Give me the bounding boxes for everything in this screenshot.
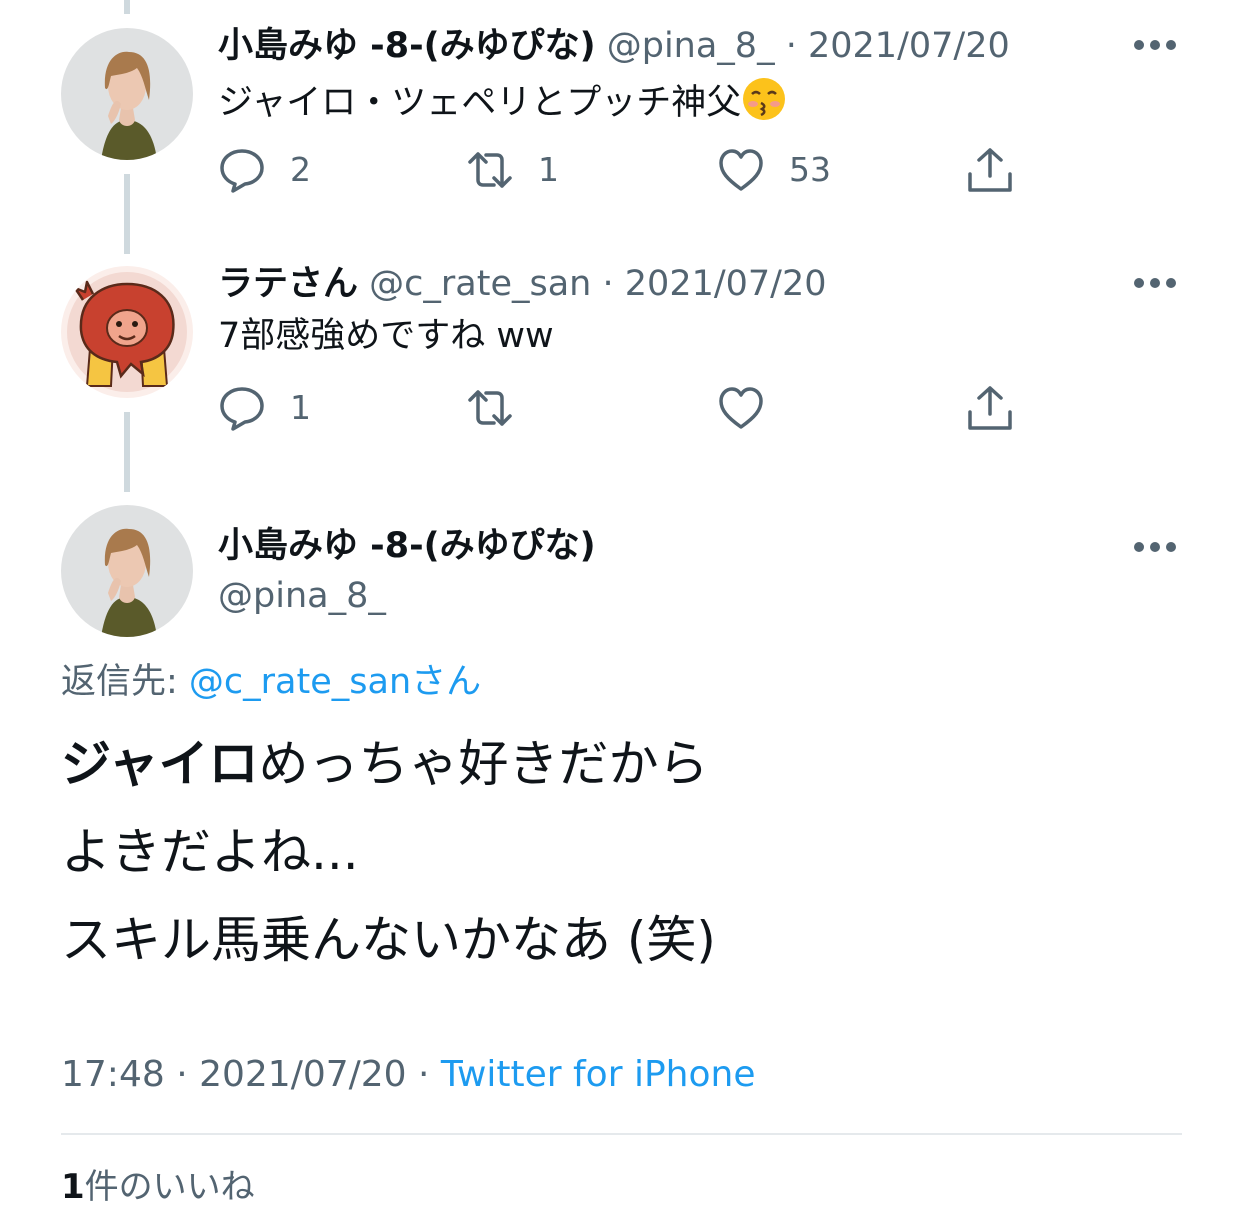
main-tweet-line: スキル馬乗んないかなあ (笑) [61, 911, 716, 969]
reply-icon [220, 387, 264, 431]
tweet-header: ラテさん @c_rate_san · 2021/07/20 [218, 264, 827, 304]
more-options-icon[interactable] [1132, 540, 1178, 554]
source-link[interactable]: Twitter for iPhone [441, 1054, 756, 1095]
likes-summary[interactable]: 1件のいいね [61, 1164, 255, 1210]
retweet-icon [468, 390, 512, 426]
thread-line [124, 412, 130, 492]
avatar-photo [61, 28, 193, 160]
share-icon [968, 148, 1012, 192]
heart-icon [719, 387, 763, 429]
tweet-header: 小島みゆ -8-(みゆぴな) @pina_8_ · 2021/07/20 [218, 26, 1010, 66]
more-options-icon[interactable] [1132, 38, 1178, 52]
like-button[interactable]: 53 [717, 146, 831, 194]
avatar[interactable] [61, 28, 193, 160]
reply-icon [220, 149, 264, 193]
user-handle[interactable]: @c_rate_san [369, 264, 591, 304]
kissing-face-emoji-icon [743, 78, 786, 120]
display-name[interactable]: 小島みゆ -8-(みゆぴな) [218, 26, 596, 66]
like-button[interactable] [717, 384, 765, 432]
user-handle[interactable]: @pina_8_ [607, 26, 775, 66]
more-options-icon[interactable] [1132, 276, 1178, 290]
main-tweet-line: ジャイロめっちゃ好きだから [61, 735, 709, 793]
retweet-button[interactable] [466, 384, 514, 432]
tweet-timestamp: 17:48 · 2021/07/20 · Twitter for iPhone [61, 1054, 756, 1095]
user-handle[interactable]: @pina_8_ [218, 574, 386, 618]
display-name[interactable]: ラテさん [218, 264, 358, 304]
retweet-icon [468, 152, 512, 188]
avatar-photo [61, 505, 193, 637]
reply-button[interactable]: 1 [218, 384, 311, 432]
likes-count: 1 [61, 1167, 85, 1207]
retweet-button[interactable]: 1 [466, 146, 559, 194]
display-name[interactable]: 小島みゆ -8-(みゆぴな) [218, 524, 596, 568]
share-icon [968, 386, 1012, 430]
avatar[interactable] [61, 505, 193, 637]
avatar-illustration [61, 266, 193, 398]
share-button[interactable] [966, 384, 1014, 432]
thread-line [124, 0, 130, 14]
reply-to-handle-link[interactable]: @c_rate_san [189, 662, 411, 702]
heart-icon [719, 149, 763, 191]
reply-count: 1 [290, 388, 311, 427]
divider [61, 1133, 1182, 1135]
thread-line [124, 174, 130, 254]
replying-to: 返信先: @c_rate_sanさん [61, 662, 482, 702]
tweet-date[interactable]: 2021/07/20 [808, 26, 1010, 66]
avatar[interactable] [61, 266, 193, 398]
share-button[interactable] [966, 146, 1014, 194]
like-count: 53 [789, 150, 831, 189]
tweet-date[interactable]: 2021/07/20 [625, 264, 827, 304]
reply-button[interactable]: 2 [218, 146, 311, 194]
main-tweet-line: よきだよね... [61, 823, 359, 881]
retweet-count: 1 [538, 150, 559, 189]
reply-count: 2 [290, 150, 311, 189]
tweet-text: ジャイロ・ツェペリとプッチ神父 [218, 76, 787, 125]
tweet-text: 7部感強めですね ww [218, 316, 554, 356]
